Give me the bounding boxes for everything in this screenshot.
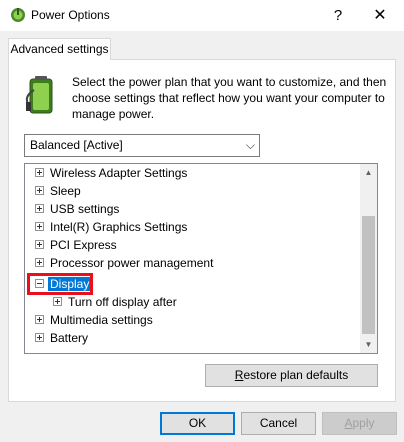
- power-plan-value: Balanced [Active]: [30, 138, 123, 152]
- tree-item[interactable]: Processor power management: [35, 254, 213, 272]
- title-bar: Power Options ? ✕: [0, 0, 404, 31]
- scroll-down-icon[interactable]: ▼: [360, 336, 377, 353]
- expand-icon[interactable]: [53, 297, 62, 307]
- scroll-thumb[interactable]: [362, 216, 375, 334]
- tree-item[interactable]: Multimedia settings: [35, 311, 153, 329]
- vertical-scrollbar[interactable]: ▲ ▼: [360, 164, 377, 353]
- expand-icon[interactable]: [35, 333, 44, 343]
- help-button[interactable]: ?: [316, 0, 360, 31]
- tree-item[interactable]: PCI Express: [35, 236, 117, 254]
- tree-item[interactable]: USB settings: [35, 200, 119, 218]
- expand-icon[interactable]: [35, 240, 44, 250]
- tree-item[interactable]: Wireless Adapter Settings: [35, 164, 187, 182]
- highlight-annotation: [27, 273, 93, 295]
- expand-icon[interactable]: [35, 222, 44, 232]
- tree-item-child[interactable]: Turn off display after: [53, 293, 177, 311]
- chevron-down-icon: ⌵: [245, 138, 255, 152]
- settings-tree[interactable]: Wireless Adapter Settings Sleep USB sett…: [24, 163, 378, 354]
- scroll-up-icon[interactable]: ▲: [360, 164, 377, 181]
- tree-item[interactable]: Intel(R) Graphics Settings: [35, 218, 187, 236]
- battery-icon: [25, 76, 53, 114]
- expand-icon[interactable]: [35, 204, 44, 214]
- tree-item[interactable]: Battery: [35, 329, 88, 347]
- cancel-button[interactable]: Cancel: [241, 412, 316, 435]
- tree-item[interactable]: Sleep: [35, 182, 81, 200]
- expand-icon[interactable]: [35, 168, 44, 178]
- apply-button[interactable]: Apply: [322, 412, 397, 435]
- close-button[interactable]: ✕: [358, 0, 402, 31]
- window-title: Power Options: [31, 8, 110, 22]
- tab-advanced-settings[interactable]: Advanced settings: [8, 38, 111, 60]
- ok-button[interactable]: OK: [160, 412, 235, 435]
- expand-icon[interactable]: [35, 258, 44, 268]
- expand-icon[interactable]: [35, 315, 44, 325]
- expand-icon[interactable]: [35, 186, 44, 196]
- power-plan-dropdown[interactable]: Balanced [Active] ⌵: [24, 134, 260, 157]
- power-options-icon: [11, 8, 25, 22]
- description-text: Select the power plan that you want to c…: [72, 75, 387, 121]
- restore-plan-defaults-button[interactable]: Restore plan defaults: [205, 364, 378, 387]
